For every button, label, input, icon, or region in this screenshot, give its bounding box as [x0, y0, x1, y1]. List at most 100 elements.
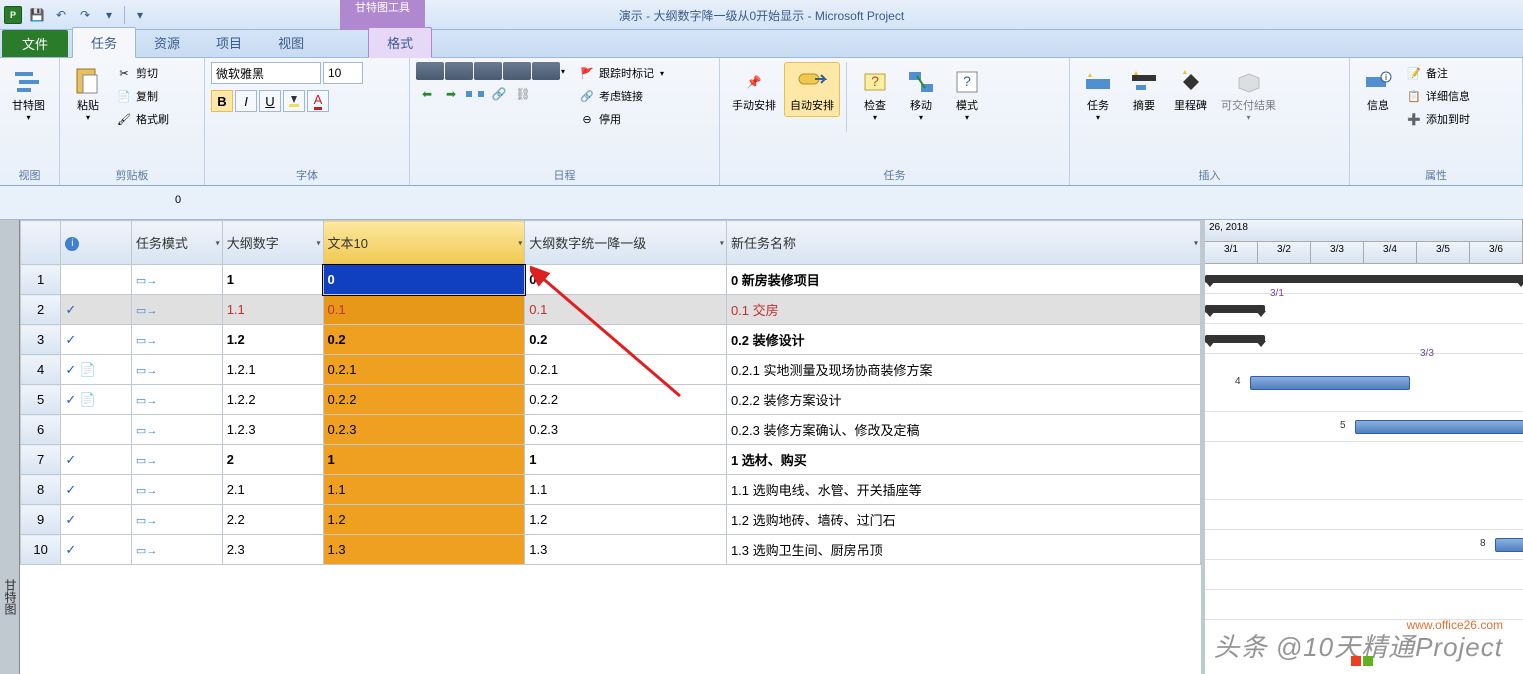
cell-outline[interactable]: 2	[222, 445, 323, 475]
header-mode[interactable]: 任务模式▾	[131, 221, 222, 265]
cell-text10[interactable]: 1.2	[323, 505, 525, 535]
header-outline[interactable]: 大纲数字▾	[222, 221, 323, 265]
row-number[interactable]: 3	[21, 325, 61, 355]
cell-info[interactable]	[61, 265, 132, 295]
paste-button[interactable]: 粘贴 ▾	[66, 62, 110, 126]
format-painter-button[interactable]: 🖌格式刷	[112, 108, 173, 130]
manual-schedule-button[interactable]: 📌 手动安排	[726, 62, 782, 117]
cell-info[interactable]: ✓ 📄	[61, 355, 132, 385]
cell-newname[interactable]: 1.1 选购电线、水管、开关插座等	[726, 475, 1200, 505]
zoom-25[interactable]	[445, 62, 473, 80]
side-tab-gantt[interactable]: 甘特图	[0, 220, 20, 674]
gantt-row[interactable]	[1205, 590, 1523, 620]
cell-newname[interactable]: 0.1 交房	[726, 295, 1200, 325]
cell-mode[interactable]: ▭→	[131, 475, 222, 505]
cell-info[interactable]: ✓	[61, 325, 132, 355]
row-number[interactable]: 8	[21, 475, 61, 505]
cell-mode[interactable]: ▭→	[131, 385, 222, 415]
link-button[interactable]: 🔗	[488, 84, 510, 104]
cell-info[interactable]: ✓	[61, 445, 132, 475]
gantt-row[interactable]	[1205, 560, 1523, 590]
gantt-bar[interactable]	[1205, 305, 1265, 313]
notes-button[interactable]: 📝备注	[1402, 62, 1474, 84]
gantt-bar[interactable]	[1205, 335, 1265, 343]
table-row[interactable]: 4✓ 📄▭→1.2.10.2.10.2.10.2.1 实地测量及现场协商装修方案	[21, 355, 1201, 385]
zoom-75[interactable]	[503, 62, 531, 80]
row-number[interactable]: 6	[21, 415, 61, 445]
cell-outline2[interactable]: 1	[525, 445, 727, 475]
cell-mode[interactable]: ▭→	[131, 535, 222, 565]
cell-outline[interactable]: 1.2.2	[222, 385, 323, 415]
cell-outline[interactable]: 2.2	[222, 505, 323, 535]
cell-mode[interactable]: ▭→	[131, 295, 222, 325]
split-button[interactable]	[464, 84, 486, 104]
cell-mode[interactable]: ▭→	[131, 445, 222, 475]
row-number[interactable]: 4	[21, 355, 61, 385]
cell-newname[interactable]: 1 选材、购买	[726, 445, 1200, 475]
row-number[interactable]: 1	[21, 265, 61, 295]
inactivate-button[interactable]: ⊖停用	[575, 108, 668, 130]
tab-task[interactable]: 任务	[72, 27, 136, 58]
cell-info[interactable]	[61, 415, 132, 445]
cell-text10[interactable]: 0.2.1	[323, 355, 525, 385]
row-number[interactable]: 10	[21, 535, 61, 565]
unlink-button[interactable]: ⛓	[512, 84, 534, 104]
table-row[interactable]: 7✓▭→2111 选材、购买	[21, 445, 1201, 475]
cell-newname[interactable]: 0.2.2 装修方案设计	[726, 385, 1200, 415]
cell-text10[interactable]: 0	[323, 265, 525, 295]
table-row[interactable]: 10✓▭→2.31.31.31.3 选购卫生间、厨房吊顶	[21, 535, 1201, 565]
row-number[interactable]: 5	[21, 385, 61, 415]
auto-schedule-button[interactable]: 自动安排	[784, 62, 840, 117]
cell-outline[interactable]: 1.2	[222, 325, 323, 355]
save-button[interactable]: 💾	[26, 4, 48, 26]
insert-summary-button[interactable]: 摘要	[1122, 62, 1166, 117]
cell-newname[interactable]: 0.2 装修设计	[726, 325, 1200, 355]
table-row[interactable]: 9✓▭→2.21.21.21.2 选购地砖、墙砖、过门石	[21, 505, 1201, 535]
cell-outline[interactable]: 2.3	[222, 535, 323, 565]
cell-mode[interactable]: ▭→	[131, 325, 222, 355]
cell-outline2[interactable]: 0.2	[525, 325, 727, 355]
cell-text10[interactable]: 0.2.2	[323, 385, 525, 415]
fontcolor-button[interactable]: A	[307, 90, 329, 112]
cell-outline[interactable]: 2.1	[222, 475, 323, 505]
cell-mode[interactable]: ▭→	[131, 505, 222, 535]
cell-outline2[interactable]: 0.1	[525, 295, 727, 325]
underline-button[interactable]: U	[259, 90, 281, 112]
cell-newname[interactable]: 0 新房装修项目	[726, 265, 1200, 295]
cell-outline2[interactable]: 0.2.3	[525, 415, 727, 445]
row-number[interactable]: 2	[21, 295, 61, 325]
cell-info[interactable]: ✓ 📄	[61, 385, 132, 415]
zoom-50[interactable]	[474, 62, 502, 80]
copy-button[interactable]: 📄复制	[112, 85, 173, 107]
cell-text10[interactable]: 1	[323, 445, 525, 475]
cell-newname[interactable]: 1.3 选购卫生间、厨房吊顶	[726, 535, 1200, 565]
header-outline2[interactable]: 大纲数字统一降一级▾	[525, 221, 727, 265]
qat-more[interactable]: ▾	[98, 4, 120, 26]
table-row[interactable]: 5✓ 📄▭→1.2.20.2.20.2.20.2.2 装修方案设计	[21, 385, 1201, 415]
cell-info[interactable]: ✓	[61, 475, 132, 505]
table-row[interactable]: 6▭→1.2.30.2.30.2.30.2.3 装修方案确认、修改及定稿	[21, 415, 1201, 445]
move-button[interactable]: 移动▾	[899, 62, 943, 126]
header-text10[interactable]: 文本10▾	[323, 221, 525, 265]
cell-text10[interactable]: 0.1	[323, 295, 525, 325]
task-grid[interactable]: i 任务模式▾ 大纲数字▾ 文本10▾ 大纲数字统一降一级▾ 新任务名称▾ 1▭…	[20, 220, 1205, 674]
respect-links-button[interactable]: 🔗考虑链接	[575, 85, 668, 107]
cell-text10[interactable]: 1.1	[323, 475, 525, 505]
cell-info[interactable]: ✓	[61, 505, 132, 535]
cell-newname[interactable]: 0.2.3 装修方案确认、修改及定稿	[726, 415, 1200, 445]
cell-outline[interactable]: 1.1	[222, 295, 323, 325]
gantt-view-button[interactable]: 甘特图 ▾	[6, 62, 51, 126]
header-info[interactable]: i	[61, 221, 132, 265]
tab-resource[interactable]: 资源	[136, 28, 198, 57]
outdent-button[interactable]: ⬅	[416, 84, 438, 104]
cell-outline2[interactable]: 1.1	[525, 475, 727, 505]
cell-outline2[interactable]: 0.2.1	[525, 355, 727, 385]
tab-file[interactable]: 文件	[2, 30, 68, 57]
cell-outline[interactable]: 1.2.1	[222, 355, 323, 385]
details-button[interactable]: 📋详细信息	[1402, 85, 1474, 107]
cell-newname[interactable]: 1.2 选购地砖、墙砖、过门石	[726, 505, 1200, 535]
tab-format[interactable]: 格式	[368, 27, 432, 58]
cell-outline2[interactable]: 0.2.2	[525, 385, 727, 415]
insert-deliverable-button[interactable]: 可交付结果▾	[1215, 62, 1282, 126]
cell-mode[interactable]: ▭→	[131, 265, 222, 295]
